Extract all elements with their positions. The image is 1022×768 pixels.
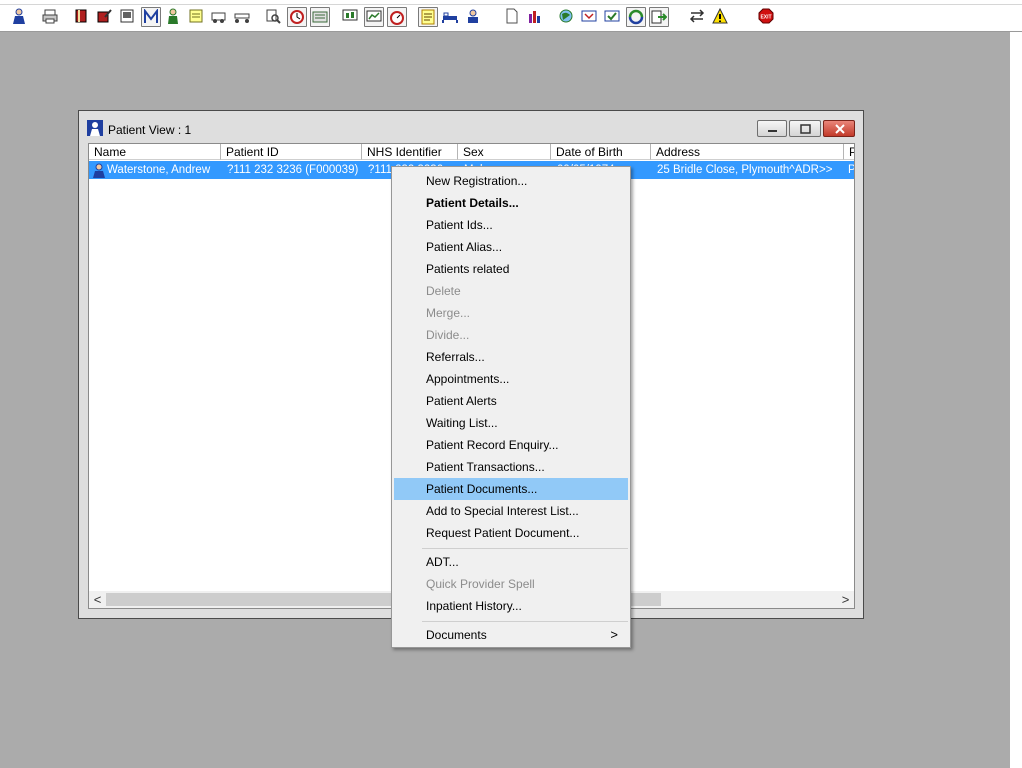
close-button[interactable] xyxy=(823,120,855,137)
menu-item-adt[interactable]: ADT... xyxy=(394,551,628,573)
column-header-name[interactable]: Name xyxy=(89,144,221,160)
menu-item-waiting-list[interactable]: Waiting List... xyxy=(394,412,628,434)
column-header-p[interactable]: P xyxy=(844,144,854,160)
menu-item-merge: Merge... xyxy=(426,306,471,320)
bed-icon[interactable] xyxy=(441,7,461,27)
main-toolbar: EXIT xyxy=(0,0,1022,32)
exit-icon[interactable]: EXIT xyxy=(757,7,777,27)
exit-label: EXIT xyxy=(760,15,771,21)
menu-item-add-to-special-interest-list[interactable]: Add to Special Interest List... xyxy=(394,500,628,522)
menu-separator xyxy=(422,548,628,549)
clinician-icon[interactable] xyxy=(164,7,184,27)
printer-icon[interactable] xyxy=(41,7,61,27)
search-document-icon[interactable] xyxy=(264,7,284,27)
window-title: Patient View : 1 xyxy=(108,123,192,137)
menu-item-quick-provider-spell: Quick Provider Spell xyxy=(426,577,535,591)
menu-item-request-patient-document[interactable]: Request Patient Document... xyxy=(394,522,628,544)
bar-chart-icon[interactable] xyxy=(526,7,546,27)
inbox-icon[interactable] xyxy=(580,7,600,27)
globe-icon[interactable] xyxy=(557,7,577,27)
column-header-nhs-identifier[interactable]: NHS Identifier xyxy=(362,144,458,160)
submenu-arrow-icon: > xyxy=(610,627,618,642)
cell-patient-id: ?111 232 3236 (F000039) xyxy=(227,164,359,176)
menu-item-divide: Divide... xyxy=(426,328,470,342)
menu-item-patients-related[interactable]: Patients related xyxy=(394,258,628,280)
toolbar-top-line xyxy=(0,4,1022,5)
inbox-check-icon[interactable] xyxy=(603,7,623,27)
swap-icon[interactable] xyxy=(688,7,708,27)
transfer-icon[interactable] xyxy=(649,7,669,27)
menu-item-patient-transactions[interactable]: Patient Transactions... xyxy=(394,456,628,478)
column-header-address[interactable]: Address xyxy=(651,144,844,160)
patient-context-menu: New Registration... Patient Details... P… xyxy=(391,166,631,648)
menu-item-delete: Delete xyxy=(426,284,461,298)
notes-icon[interactable] xyxy=(418,7,438,27)
column-header-sex[interactable]: Sex xyxy=(458,144,551,160)
menu-item-documents[interactable]: Documents > xyxy=(394,624,628,646)
blank-document-icon[interactable] xyxy=(503,7,523,27)
stopwatch-icon[interactable] xyxy=(387,7,407,27)
maximize-button[interactable] xyxy=(789,120,821,137)
patient-search-icon[interactable] xyxy=(10,7,30,27)
menu-item-referrals[interactable]: Referrals... xyxy=(394,346,628,368)
nurse-icon[interactable] xyxy=(464,7,484,27)
restore-icon xyxy=(800,124,811,134)
monitor-chart-icon[interactable] xyxy=(341,7,361,27)
stretcher-icon[interactable] xyxy=(233,7,253,27)
menu-separator xyxy=(422,621,628,622)
menu-item-new-registration[interactable]: New Registration... xyxy=(394,170,628,192)
column-header-patient-id[interactable]: Patient ID xyxy=(221,144,362,160)
menu-item-documents-label: Documents xyxy=(426,628,487,642)
clock-icon[interactable] xyxy=(287,7,307,27)
warning-icon[interactable] xyxy=(711,7,731,27)
close-icon xyxy=(835,124,845,134)
scroll-left-button[interactable]: < xyxy=(89,591,106,608)
cell-name: Waterstone, Andrew xyxy=(107,164,211,176)
minimize-icon xyxy=(768,130,777,132)
monitor-graph-icon[interactable] xyxy=(364,7,384,27)
letter-m-icon[interactable] xyxy=(141,7,161,27)
cell-address: 25 Bridle Close, Plymouth^ADR>> xyxy=(657,164,833,176)
menu-item-patient-details[interactable]: Patient Details... xyxy=(394,192,628,214)
book-edit-icon[interactable] xyxy=(95,7,115,27)
menu-item-patient-alias[interactable]: Patient Alias... xyxy=(394,236,628,258)
menu-item-patient-record-enquiry[interactable]: Patient Record Enquiry... xyxy=(394,434,628,456)
minimize-button[interactable] xyxy=(757,120,787,137)
screen-icon[interactable] xyxy=(310,7,330,27)
document-scan-icon[interactable] xyxy=(118,7,138,27)
cell-p: P xyxy=(848,164,855,176)
notepad-icon[interactable] xyxy=(187,7,207,27)
column-header-date-of-birth[interactable]: Date of Birth xyxy=(551,144,651,160)
menu-item-appointments[interactable]: Appointments... xyxy=(394,368,628,390)
right-edge-strip xyxy=(1010,32,1022,768)
menu-item-patient-documents[interactable]: Patient Documents... xyxy=(394,478,628,500)
book-icon[interactable] xyxy=(72,7,92,27)
scroll-right-button[interactable]: > xyxy=(837,591,854,608)
menu-item-patient-alerts[interactable]: Patient Alerts xyxy=(394,390,628,412)
patient-window-icon xyxy=(87,120,103,136)
patient-row-icon xyxy=(91,161,107,179)
ambulance-icon[interactable] xyxy=(210,7,230,27)
recycle-icon[interactable] xyxy=(626,7,646,27)
menu-item-patient-ids[interactable]: Patient Ids... xyxy=(394,214,628,236)
menu-item-inpatient-history[interactable]: Inpatient History... xyxy=(394,595,628,617)
